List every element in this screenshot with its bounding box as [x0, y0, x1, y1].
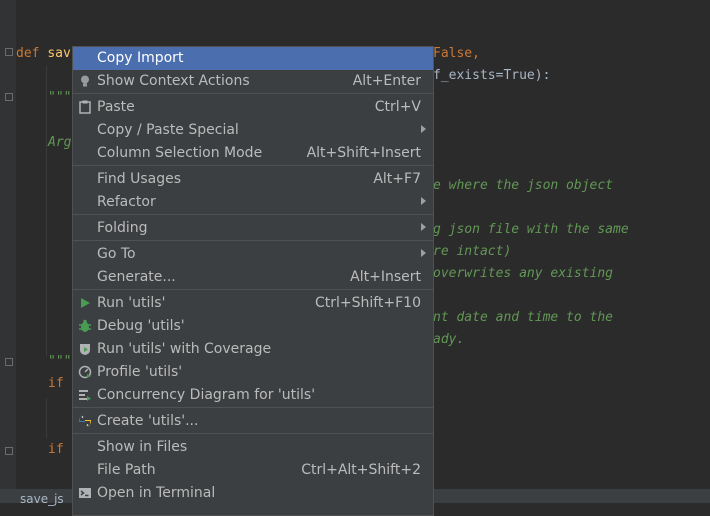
- menu-item-label: Create 'utils'...: [97, 413, 199, 429]
- menu-item-label: Show Context Actions: [97, 73, 250, 89]
- menu-item-label: Find Usages: [97, 171, 182, 187]
- menu-item-create-utils[interactable]: Create 'utils'...: [73, 410, 433, 433]
- menu-item-label: Run 'utils' with Coverage: [97, 341, 272, 357]
- submenu-arrow-icon: [421, 125, 426, 133]
- menu-item-label: Paste: [97, 99, 135, 115]
- function-name: sav: [47, 46, 71, 61]
- menu-item-profile-utils[interactable]: Profile 'utils': [73, 361, 433, 384]
- menu-item-label: Refactor: [97, 194, 156, 210]
- menu-item-column-selection-mode[interactable]: Column Selection Mode Alt+Shift+Insert: [73, 142, 433, 165]
- menu-separator: [73, 289, 433, 290]
- menu-separator: [73, 93, 433, 94]
- menu-item-shortcut: Alt+Insert: [350, 269, 421, 285]
- submenu-arrow-icon: [421, 249, 426, 257]
- menu-item-label: Copy Import: [97, 50, 184, 66]
- lightbulb-icon: [78, 74, 92, 88]
- indent-guide: [46, 66, 47, 356]
- menu-item-label: Run 'utils': [97, 295, 166, 311]
- keyword-if: if: [48, 442, 64, 457]
- docstring-args: Arg: [48, 135, 72, 150]
- menu-item-label: Show in Files: [97, 439, 188, 455]
- menu-separator: [73, 165, 433, 166]
- menu-separator: [73, 407, 433, 408]
- python-icon: [78, 414, 92, 428]
- menu-item-refactor[interactable]: Refactor: [73, 191, 433, 214]
- menu-item-label: Folding: [97, 220, 148, 236]
- menu-item-show-context-actions[interactable]: Show Context Actions Alt+Enter: [73, 70, 433, 93]
- submenu-arrow-icon: [421, 223, 426, 231]
- keyword-if: if: [48, 376, 64, 391]
- menu-item-label: Profile 'utils': [97, 364, 183, 380]
- coverage-icon: [78, 342, 92, 356]
- menu-item-label: Concurrency Diagram for 'utils': [97, 387, 316, 403]
- bottom-tab[interactable]: save_js: [20, 492, 64, 506]
- menu-separator: [73, 240, 433, 241]
- menu-item-find-usages[interactable]: Find Usages Alt+F7: [73, 168, 433, 191]
- profile-icon: [78, 365, 92, 379]
- menu-item-label: File Path: [97, 462, 156, 478]
- editor-gutter[interactable]: [0, 0, 16, 503]
- menu-item-file-path[interactable]: File Path Ctrl+Alt+Shift+2: [73, 459, 433, 482]
- menu-item-copy-import[interactable]: Copy Import: [73, 47, 433, 70]
- menu-item-open-in-terminal[interactable]: Open in Terminal: [73, 482, 433, 505]
- docstring-line: g json file with the same: [433, 222, 629, 237]
- code-fragment: f_exists=True):: [433, 68, 551, 83]
- menu-item-run-with-coverage[interactable]: Run 'utils' with Coverage: [73, 338, 433, 361]
- docstring-quote: """: [48, 90, 72, 105]
- menu-item-label: Column Selection Mode: [97, 145, 263, 161]
- menu-item-debug-utils[interactable]: Debug 'utils': [73, 315, 433, 338]
- menu-item-generate[interactable]: Generate... Alt+Insert: [73, 266, 433, 289]
- menu-item-folding[interactable]: Folding: [73, 217, 433, 240]
- context-menu[interactable]: Copy Import Show Context Actions Alt+Ent…: [72, 46, 434, 516]
- code-fragment: False,: [433, 45, 480, 63]
- menu-item-label: Go To: [97, 246, 136, 262]
- fold-marker[interactable]: [5, 93, 13, 101]
- docstring-line: e where the json object: [433, 178, 614, 193]
- menu-item-shortcut: Ctrl+Alt+Shift+2: [301, 462, 421, 478]
- menu-item-label: Debug 'utils': [97, 318, 185, 334]
- docstring-quote: """: [48, 354, 72, 369]
- menu-item-show-in-files[interactable]: Show in Files: [73, 436, 433, 459]
- menu-separator: [73, 214, 433, 215]
- docstring-line: ady.: [433, 332, 465, 347]
- fold-marker[interactable]: [5, 447, 13, 455]
- menu-item-concurrency-diagram[interactable]: Concurrency Diagram for 'utils': [73, 384, 433, 407]
- submenu-arrow-icon: [421, 197, 426, 205]
- code-line-def[interactable]: def sav: [16, 45, 71, 63]
- run-icon: [78, 296, 92, 310]
- menu-item-paste[interactable]: Paste Ctrl+V: [73, 96, 433, 119]
- menu-item-label: Open in Terminal: [97, 485, 216, 501]
- menu-item-label: Generate...: [97, 269, 176, 285]
- clipboard-icon: [78, 100, 92, 114]
- menu-item-shortcut: Alt+Shift+Insert: [306, 145, 421, 161]
- code-text: False,: [433, 46, 480, 61]
- menu-item-label: Copy / Paste Special: [97, 122, 239, 138]
- menu-item-shortcut: Alt+F7: [373, 171, 421, 187]
- concurrency-icon: [78, 388, 92, 402]
- fold-marker[interactable]: [5, 358, 13, 366]
- menu-item-copy-paste-special[interactable]: Copy / Paste Special: [73, 119, 433, 142]
- menu-separator: [73, 433, 433, 434]
- debug-icon: [78, 319, 92, 333]
- docstring-line: nt date and time to the: [433, 310, 614, 325]
- menu-item-go-to[interactable]: Go To: [73, 243, 433, 266]
- menu-item-shortcut: Alt+Enter: [352, 73, 421, 89]
- fold-marker[interactable]: [5, 48, 13, 56]
- keyword-def: def: [16, 46, 40, 61]
- menu-item-shortcut: Ctrl+V: [374, 99, 421, 115]
- menu-item-run-utils[interactable]: Run 'utils' Ctrl+Shift+F10: [73, 292, 433, 315]
- terminal-icon: [78, 486, 92, 500]
- docstring-line: overwrites any existing: [433, 266, 614, 281]
- menu-item-shortcut: Ctrl+Shift+F10: [314, 295, 421, 311]
- docstring-line: re intact): [433, 244, 512, 259]
- indent-guide: [46, 398, 47, 438]
